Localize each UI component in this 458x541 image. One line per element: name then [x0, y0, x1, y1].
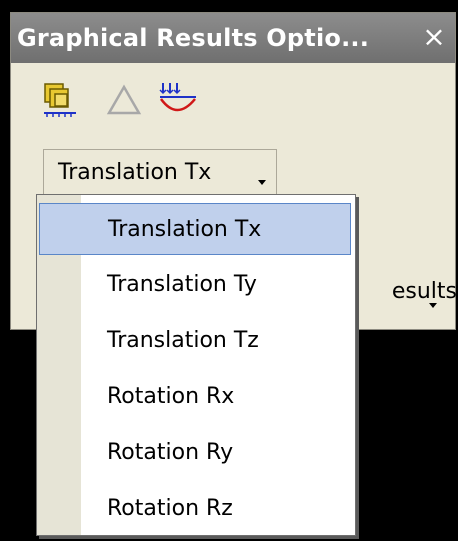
triangle-icon[interactable] — [105, 81, 143, 119]
menu-item-rotation-rz[interactable]: Rotation Rz — [39, 483, 351, 535]
menu-item-translation-tz[interactable]: Translation Tz — [39, 315, 351, 367]
menu-item-rotation-rx[interactable]: Rotation Rx — [39, 371, 351, 423]
menu-item-translation-tx[interactable]: Translation Tx — [39, 203, 351, 255]
menu-item-label: Rotation Ry — [107, 440, 234, 465]
window-title: Graphical Results Optio... — [17, 24, 370, 52]
menu-item-label: Translation Ty — [107, 272, 257, 297]
menu-item-label: Rotation Rz — [107, 496, 233, 521]
menu-item-label: Translation Tz — [107, 328, 259, 353]
menu-item-rotation-ry[interactable]: Rotation Ry — [39, 427, 351, 479]
close-icon[interactable]: × — [419, 22, 449, 52]
results-dropdown-label[interactable]: esults — [347, 279, 457, 304]
stacked-results-icon[interactable] — [41, 81, 79, 119]
component-dropdown[interactable]: Translation Tx — [43, 149, 277, 197]
menu-item-translation-ty[interactable]: Translation Ty — [39, 259, 351, 311]
component-dropdown-menu: Translation Tx Translation Ty Translatio… — [36, 194, 356, 536]
menu-item-label: Translation Tx — [108, 217, 262, 242]
results-chevron-down-icon[interactable] — [429, 303, 437, 308]
deformation-icon[interactable] — [159, 81, 197, 119]
component-dropdown-label: Translation Tx — [58, 160, 212, 185]
menu-item-label: Rotation Rx — [107, 384, 235, 409]
chevron-down-icon — [258, 180, 266, 185]
title-bar[interactable]: Graphical Results Optio... × — [11, 13, 455, 63]
